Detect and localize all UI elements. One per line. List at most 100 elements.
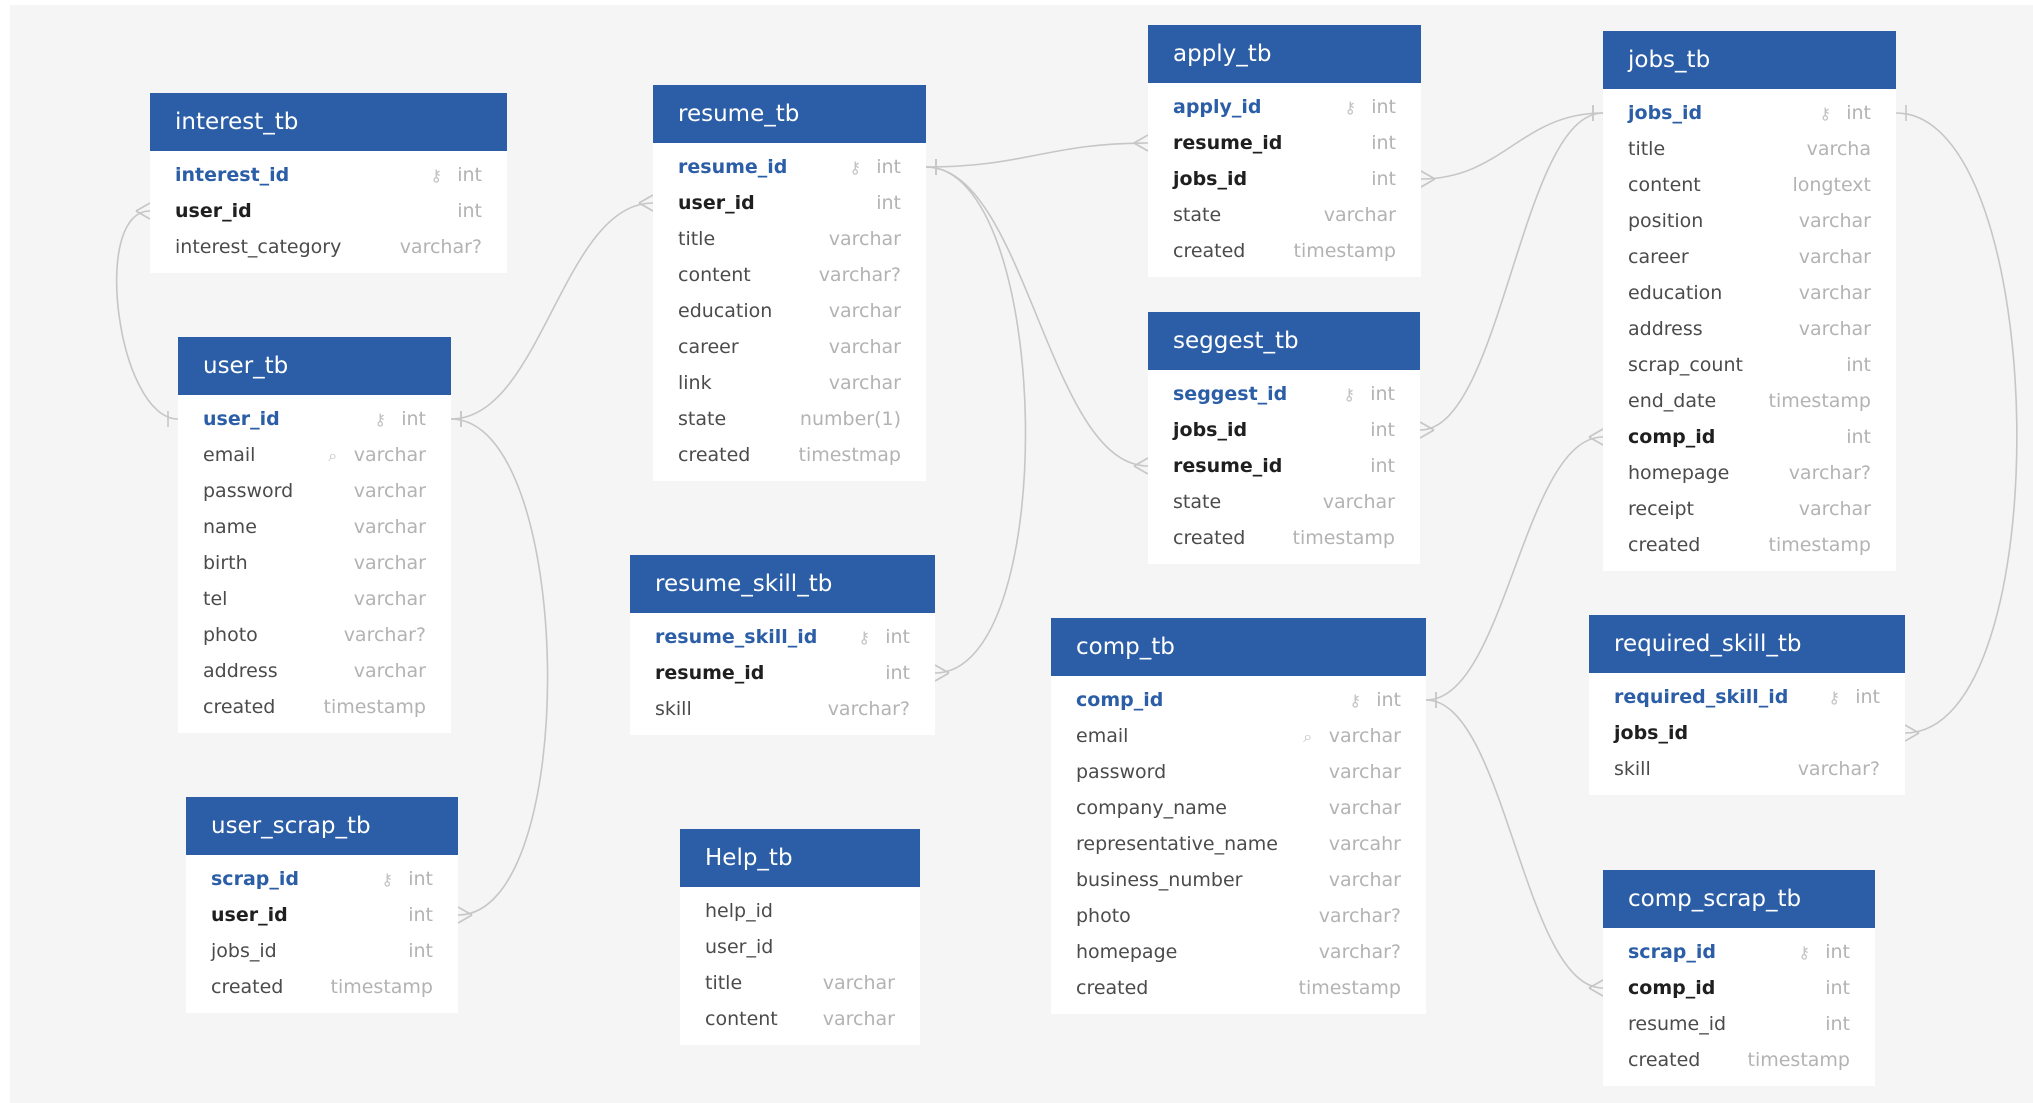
table-resume-skill-tb[interactable]: resume_skill_tb resume_skill_id ⚷ int resume… <box>630 555 935 735</box>
table-title[interactable]: Help_tb <box>680 829 920 887</box>
field-row[interactable]: jobs_id ⚷ int <box>1603 95 1896 131</box>
field-row[interactable]: representative_name varcahr <box>1051 826 1426 862</box>
field-row[interactable]: career varchar <box>1603 239 1896 275</box>
field-row[interactable]: created timestamp <box>1148 233 1421 269</box>
field-row[interactable]: company_name varchar <box>1051 790 1426 826</box>
field-type-value: timestamp <box>1298 977 1402 999</box>
field-row[interactable]: resume_id int <box>1603 1006 1875 1042</box>
field-row[interactable]: content longtext <box>1603 167 1896 203</box>
field-row[interactable]: scrap_id ⚷ int <box>186 861 458 897</box>
field-row[interactable]: required_skill_id ⚷ int <box>1589 679 1905 715</box>
field-row[interactable]: state varchar <box>1148 484 1420 520</box>
table-title[interactable]: apply_tb <box>1148 25 1421 83</box>
field-row[interactable]: state varchar <box>1148 197 1421 233</box>
field-row[interactable]: email ⌕ varchar <box>1051 718 1426 754</box>
table-resume-tb[interactable]: resume_tb resume_id ⚷ int user_id int title var… <box>653 85 926 481</box>
table-title[interactable]: resume_skill_tb <box>630 555 935 613</box>
field-row[interactable]: content varchar? <box>653 257 926 293</box>
field-type-value: varchar <box>353 552 426 574</box>
field-row[interactable]: user_id <box>680 929 920 965</box>
field-row[interactable]: email ⌕ varchar <box>178 437 451 473</box>
table-user-tb[interactable]: user_tb user_id ⚷ int email ⌕ varchar password v… <box>178 337 451 733</box>
field-row[interactable]: created timestamp <box>1148 520 1420 556</box>
field-row[interactable]: comp_id int <box>1603 970 1875 1006</box>
field-row[interactable]: state number(1) <box>653 401 926 437</box>
field-row[interactable]: photo varchar? <box>1051 898 1426 934</box>
field-row[interactable]: created timestamp <box>178 689 451 725</box>
field-type: int <box>1846 419 1871 455</box>
field-row[interactable]: created timestmap <box>653 437 926 473</box>
table-required-skill-tb[interactable]: required_skill_tb required_skill_id ⚷ int jo… <box>1589 615 1905 795</box>
field-row[interactable]: scrap_count int <box>1603 347 1896 383</box>
field-row[interactable]: resume_id int <box>630 655 935 691</box>
table-seggest-tb[interactable]: seggest_tb seggest_id ⚷ int jobs_id int resume… <box>1148 312 1420 564</box>
field-row[interactable]: address varchar <box>1603 311 1896 347</box>
field-type-value: timestamp <box>323 696 427 718</box>
field-row[interactable]: scrap_id ⚷ int <box>1603 934 1875 970</box>
field-row[interactable]: user_id ⚷ int <box>178 401 451 437</box>
field-row[interactable]: interest_id ⚷ int <box>150 157 507 193</box>
field-row[interactable]: link varchar <box>653 365 926 401</box>
field-row[interactable]: apply_id ⚷ int <box>1148 89 1421 125</box>
table-user-scrap-tb[interactable]: user_scrap_tb scrap_id ⚷ int user_id int jobs_… <box>186 797 458 1013</box>
field-row[interactable]: resume_skill_id ⚷ int <box>630 619 935 655</box>
table-title[interactable]: interest_tb <box>150 93 507 151</box>
table-jobs-tb[interactable]: jobs_tb jobs_id ⚷ int title varcha content long… <box>1603 31 1896 571</box>
table-title[interactable]: resume_tb <box>653 85 926 143</box>
field-row[interactable]: homepage varchar? <box>1603 455 1896 491</box>
field-row[interactable]: help_id <box>680 893 920 929</box>
table-title[interactable]: user_scrap_tb <box>186 797 458 855</box>
field-row[interactable]: comp_id ⚷ int <box>1051 682 1426 718</box>
field-row[interactable]: photo varchar? <box>178 617 451 653</box>
field-row[interactable]: interest_category varchar? <box>150 229 507 265</box>
field-row[interactable]: resume_id int <box>1148 125 1421 161</box>
field-row[interactable]: created timestamp <box>1051 970 1426 1006</box>
field-row[interactable]: education varchar <box>653 293 926 329</box>
table-interest-tb[interactable]: interest_tb interest_id ⚷ int user_id int inte… <box>150 93 507 273</box>
table-help-tb[interactable]: Help_tb help_id user_id title varchar content… <box>680 829 920 1045</box>
field-row[interactable]: position varchar <box>1603 203 1896 239</box>
field-row[interactable]: resume_id ⚷ int <box>653 149 926 185</box>
table-title[interactable]: comp_tb <box>1051 618 1426 676</box>
field-row[interactable]: education varchar <box>1603 275 1896 311</box>
field-row[interactable]: jobs_id int <box>1148 412 1420 448</box>
field-row[interactable]: resume_id int <box>1148 448 1420 484</box>
field-row[interactable]: homepage varchar? <box>1051 934 1426 970</box>
field-row[interactable]: title varchar <box>653 221 926 257</box>
table-title[interactable]: user_tb <box>178 337 451 395</box>
table-title[interactable]: required_skill_tb <box>1589 615 1905 673</box>
field-row[interactable]: skill varchar? <box>630 691 935 727</box>
field-row[interactable]: created timestamp <box>186 969 458 1005</box>
field-row[interactable]: title varchar <box>680 965 920 1001</box>
table-title[interactable]: jobs_tb <box>1603 31 1896 89</box>
field-row[interactable]: user_id int <box>150 193 507 229</box>
field-row[interactable]: comp_id int <box>1603 419 1896 455</box>
field-row[interactable]: password varchar <box>1051 754 1426 790</box>
field-row[interactable]: content varchar <box>680 1001 920 1037</box>
field-row[interactable]: user_id int <box>186 897 458 933</box>
table-comp-scrap-tb[interactable]: comp_scrap_tb scrap_id ⚷ int comp_id int resum… <box>1603 870 1875 1086</box>
field-row[interactable]: birth varchar <box>178 545 451 581</box>
field-row[interactable]: password varchar <box>178 473 451 509</box>
field-row[interactable]: receipt varchar <box>1603 491 1896 527</box>
field-row[interactable]: created timestamp <box>1603 527 1896 563</box>
table-title[interactable]: seggest_tb <box>1148 312 1420 370</box>
field-type-value: int <box>1855 686 1880 708</box>
table-title[interactable]: comp_scrap_tb <box>1603 870 1875 928</box>
table-apply-tb[interactable]: apply_tb apply_id ⚷ int resume_id int jobs_id i… <box>1148 25 1421 277</box>
table-comp-tb[interactable]: comp_tb comp_id ⚷ int email ⌕ varchar password v… <box>1051 618 1426 1014</box>
field-row[interactable]: career varchar <box>653 329 926 365</box>
field-row[interactable]: title varcha <box>1603 131 1896 167</box>
field-row[interactable]: jobs_id int <box>1148 161 1421 197</box>
field-row[interactable]: created timestamp <box>1603 1042 1875 1078</box>
field-row[interactable]: address varchar <box>178 653 451 689</box>
field-row[interactable]: business_number varchar <box>1051 862 1426 898</box>
field-row[interactable]: name varchar <box>178 509 451 545</box>
field-row[interactable]: seggest_id ⚷ int <box>1148 376 1420 412</box>
field-row[interactable]: end_date timestamp <box>1603 383 1896 419</box>
field-row[interactable]: tel varchar <box>178 581 451 617</box>
field-row[interactable]: jobs_id <box>1589 715 1905 751</box>
field-row[interactable]: skill varchar? <box>1589 751 1905 787</box>
field-row[interactable]: jobs_id int <box>186 933 458 969</box>
field-row[interactable]: user_id int <box>653 185 926 221</box>
